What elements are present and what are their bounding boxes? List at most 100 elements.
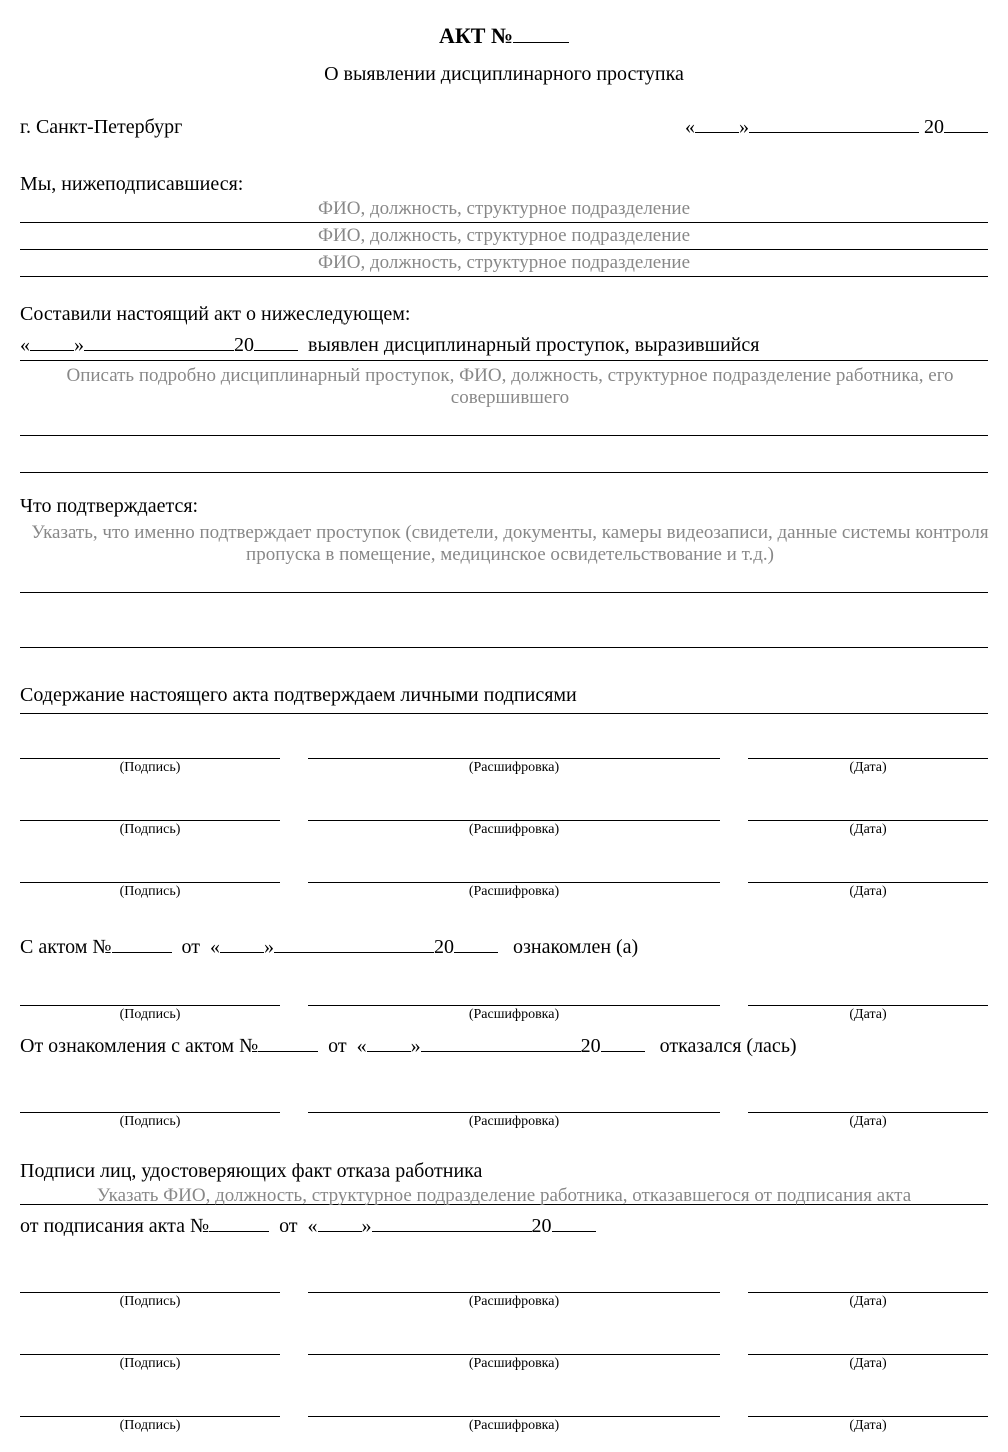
confirm-blank-line-1[interactable] [20,566,988,593]
detected-line: «»20 выявлен дисциплинарный проступок, в… [20,328,988,361]
acquaint-month-blank[interactable] [274,930,434,953]
detected-month-blank[interactable] [84,328,234,351]
sig-decipher-blank[interactable] [308,1274,720,1293]
acquaint-year-blank[interactable] [454,930,498,953]
refuse-line: От ознакомления с актом № от «»20 отказа… [20,1029,988,1060]
refuse-witness-open-quote: « [308,1215,318,1237]
detected-day-blank[interactable] [30,328,74,351]
refuse-month-blank[interactable] [421,1029,581,1052]
detected-year-prefix: 20 [234,334,254,356]
refuse-witness-year-prefix: 20 [532,1215,552,1237]
sig-decipher-cell: (Расшифровка) [308,864,720,900]
confirm-hint: Указать, что именно подтверждает проступ… [20,522,1000,566]
sig-decipher-cell: (Расшифровка) [308,802,720,838]
sig-decipher-caption: (Расшифровка) [308,760,720,776]
detected-text: выявлен дисциплинарный проступок, вырази… [308,334,759,356]
sig-date-blank[interactable] [748,1094,988,1113]
signer-line-1[interactable]: ФИО, должность, структурное подразделени… [20,198,988,223]
sig-date-caption: (Дата) [748,822,988,838]
detected-year-blank[interactable] [254,328,298,351]
sig-date-blank[interactable] [748,802,988,821]
sig-decipher-cell: (Расшифровка) [308,1094,720,1130]
sig-date-cell: (Дата) [748,802,988,838]
sig-signature-cell: (Подпись) [20,740,280,776]
sig-signature-cell: (Подпись) [20,864,280,900]
sig-row: (Подпись) (Расшифровка) (Дата) [20,1274,988,1310]
sig-signature-blank[interactable] [20,864,280,883]
sig-signature-cell: (Подпись) [20,987,280,1023]
sig-decipher-blank[interactable] [308,802,720,821]
date-day-blank[interactable] [695,110,739,133]
acquaint-open-quote: « [210,936,220,958]
sig-signature-blank[interactable] [20,1336,280,1355]
refuse-from: от [328,1035,346,1057]
refuse-witness-line: от подписания акта № от «»20 [20,1209,988,1240]
acquaint-signature-block: (Подпись) (Расшифровка) (Дата) [20,987,988,1023]
refuse-year-prefix: 20 [581,1035,601,1057]
refuse-year-blank[interactable] [601,1029,645,1052]
acquaint-from: от [182,936,200,958]
sig-signature-blank[interactable] [20,987,280,1006]
sig-decipher-blank[interactable] [308,987,720,1006]
sig-date-blank[interactable] [748,740,988,759]
sig-decipher-caption: (Расшифровка) [308,1007,720,1023]
refuse-signature-block: (Подпись) (Расшифровка) (Дата) [20,1094,988,1130]
witness-signatures-block: (Подпись) (Расшифровка) (Дата) (Подпись)… [20,1274,988,1434]
date-month-blank[interactable] [749,110,919,133]
sig-signature-blank[interactable] [20,1398,280,1417]
sig-decipher-blank[interactable] [308,1398,720,1417]
sig-decipher-blank[interactable] [308,740,720,759]
sig-signature-cell: (Подпись) [20,802,280,838]
refuse-suffix: отказался (лась) [660,1035,797,1057]
sig-date-caption: (Дата) [748,1007,988,1023]
refuse-number-blank[interactable] [258,1029,318,1052]
sig-decipher-blank[interactable] [308,1094,720,1113]
doc-title: АКТ № [20,18,988,49]
sig-signature-blank[interactable] [20,740,280,759]
sig-decipher-blank[interactable] [308,864,720,883]
refuse-day-blank[interactable] [367,1029,411,1052]
sig-decipher-blank[interactable] [308,1336,720,1355]
acquaint-day-blank[interactable] [220,930,264,953]
city-label: г. Санкт-Петербург [20,116,182,139]
sig-date-cell: (Дата) [748,1398,988,1434]
date-year-blank[interactable] [944,110,988,133]
signer-line-2[interactable]: ФИО, должность, структурное подразделени… [20,225,988,250]
refuse-witness-close-quote: » [362,1215,372,1237]
refuse-witness-day-blank[interactable] [318,1209,362,1232]
refuse-witness-month-blank[interactable] [372,1209,532,1232]
detected-blank-line-1[interactable] [20,409,988,436]
doc-subtitle: О выявлении дисциплинарного проступка [20,63,988,86]
sig-date-blank[interactable] [748,1274,988,1293]
refuse-witness-from: от [279,1215,297,1237]
sig-date-cell: (Дата) [748,1094,988,1130]
confirm-blank-line-2[interactable] [20,621,988,648]
date-open-quote: « [685,116,695,138]
sig-date-blank[interactable] [748,864,988,883]
detected-description: Описать подробно дисциплинарный проступо… [20,365,988,473]
sig-decipher-caption: (Расшифровка) [308,1294,720,1310]
sig-signature-caption: (Подпись) [20,1356,280,1372]
sig-row: (Подпись) (Расшифровка) (Дата) [20,987,988,1023]
signer-line-3[interactable]: ФИО, должность, структурное подразделени… [20,252,988,277]
act-number-blank[interactable] [513,18,569,43]
sig-decipher-cell: (Расшифровка) [308,987,720,1023]
sig-signature-blank[interactable] [20,1274,280,1293]
refuse-witness-year-blank[interactable] [552,1209,596,1232]
sig-date-blank[interactable] [748,1336,988,1355]
sig-decipher-caption: (Расшифровка) [308,1418,720,1434]
acquaint-number-blank[interactable] [112,930,172,953]
sig-date-blank[interactable] [748,1398,988,1417]
sig-row: (Подпись) (Расшифровка) (Дата) [20,740,988,776]
refuse-witness-number-blank[interactable] [209,1209,269,1232]
acquaint-close-quote: » [264,936,274,958]
sig-signature-caption: (Подпись) [20,1007,280,1023]
detected-blank-line-2[interactable] [20,446,988,473]
sig-date-blank[interactable] [748,987,988,1006]
sig-signature-blank[interactable] [20,1094,280,1113]
sig-date-caption: (Дата) [748,1356,988,1372]
sig-signature-cell: (Подпись) [20,1336,280,1372]
refuse-prefix: От ознакомления с актом № [20,1035,258,1057]
sig-signature-blank[interactable] [20,802,280,821]
date-year-prefix: 20 [924,116,944,138]
